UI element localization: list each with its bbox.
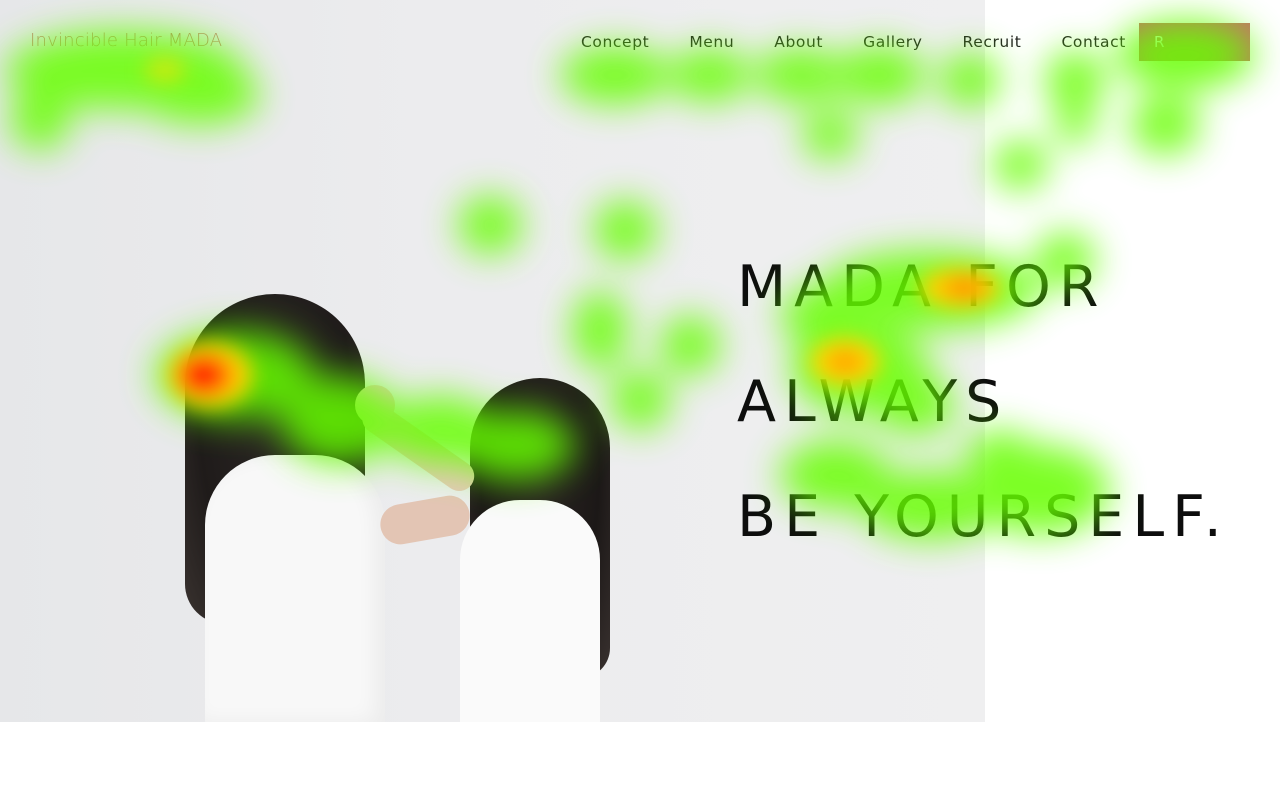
main-nav: Concept Menu About Gallery Recruit Conta… bbox=[561, 33, 1146, 51]
shirt-right bbox=[460, 500, 600, 722]
nav-contact[interactable]: Contact bbox=[1061, 33, 1126, 51]
page: Invincible Hair MADA Concept Menu About … bbox=[0, 0, 1280, 803]
nav-recruit[interactable]: Recruit bbox=[963, 33, 1022, 51]
nav-gallery[interactable]: Gallery bbox=[863, 33, 922, 51]
site-logo[interactable]: Invincible Hair MADA bbox=[30, 30, 222, 51]
nav-about[interactable]: About bbox=[774, 33, 823, 51]
hero-line-3: BE YOURSELF. bbox=[737, 484, 1230, 550]
arm-left bbox=[377, 492, 473, 548]
reserve-button[interactable]: R bbox=[1139, 23, 1250, 61]
hero-line-2: ALWAYS bbox=[737, 369, 1010, 435]
shirt-left bbox=[205, 455, 385, 722]
hero-heading: MADA FOR ALWAYS BE YOURSELF. bbox=[737, 258, 1230, 546]
nav-concept[interactable]: Concept bbox=[581, 33, 649, 51]
nav-menu[interactable]: Menu bbox=[689, 33, 734, 51]
hand bbox=[355, 385, 395, 425]
hero-line-1: MADA FOR bbox=[737, 254, 1107, 320]
